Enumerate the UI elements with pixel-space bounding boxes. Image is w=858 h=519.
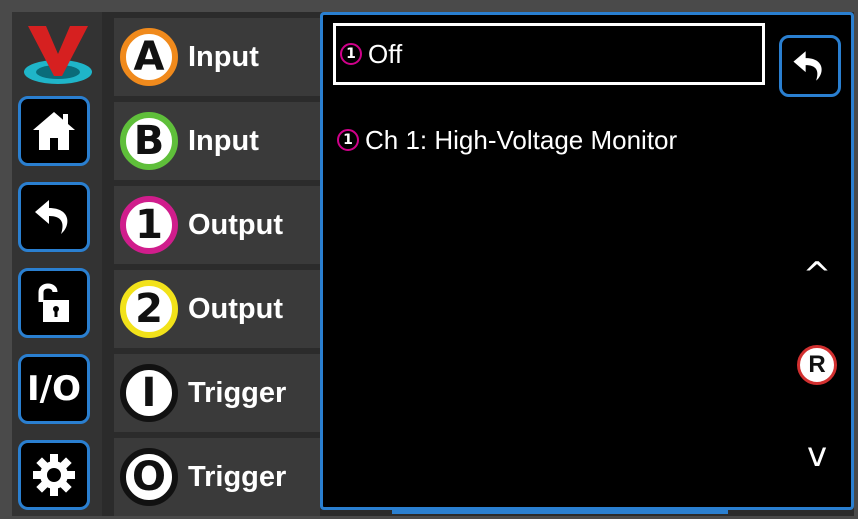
scroll-up-button[interactable]: ^ [795, 255, 839, 295]
home-button[interactable] [18, 96, 90, 166]
panel-back-button[interactable] [779, 35, 841, 97]
channel-badge-2: 2 [120, 280, 178, 338]
home-icon [33, 112, 75, 150]
option-label: Off [368, 38, 403, 69]
channel-badge-b: B [120, 112, 178, 170]
channel-label: Input [188, 40, 259, 73]
option-channel-badge: 1 [340, 43, 362, 65]
channel-b-input[interactable]: B Input [114, 102, 320, 180]
option-label: Ch 1: High-Voltage Monitor [365, 124, 678, 155]
option-channel-badge: 1 [337, 129, 359, 151]
channel-label: Input [188, 124, 259, 157]
channel-badge-a: A [120, 28, 178, 86]
channel-badge-i: I [120, 364, 178, 422]
option-off[interactable]: 1 Off [333, 23, 765, 85]
channel-badge-1: 1 [120, 196, 178, 254]
channel-badge-o: O [120, 448, 178, 506]
channel-label: Trigger [188, 460, 287, 493]
unlock-button[interactable] [18, 268, 90, 338]
channel-trigger-in[interactable]: I Trigger [114, 354, 320, 432]
channel-label: Output [188, 292, 284, 325]
gear-icon [33, 454, 75, 496]
channel-2-output[interactable]: 2 Output [114, 270, 320, 348]
channel-a-input[interactable]: A Input [114, 18, 320, 96]
option-ch1-hv-monitor[interactable]: 1 Ch 1: High-Voltage Monitor [333, 109, 677, 171]
v-logo-icon [20, 18, 96, 90]
unlock-icon [38, 283, 69, 322]
io-button[interactable]: I/O [18, 354, 90, 424]
channel-label: Output [188, 208, 284, 241]
reset-button[interactable]: R [797, 345, 837, 385]
back-icon [793, 51, 822, 81]
horizontal-scroll-indicator [392, 508, 728, 514]
channel-label: Trigger [188, 376, 287, 409]
io-label: I/O [27, 369, 81, 409]
back-icon [35, 200, 68, 234]
option-panel: 1 Off 1 Ch 1: High-Voltage Monitor ^ R v [320, 12, 854, 510]
back-button[interactable] [18, 182, 90, 252]
channel-1-output[interactable]: 1 Output [114, 186, 320, 264]
channel-trigger-out[interactable]: O Trigger [114, 438, 320, 516]
scroll-down-button[interactable]: v [795, 435, 839, 475]
settings-button[interactable] [18, 440, 90, 510]
